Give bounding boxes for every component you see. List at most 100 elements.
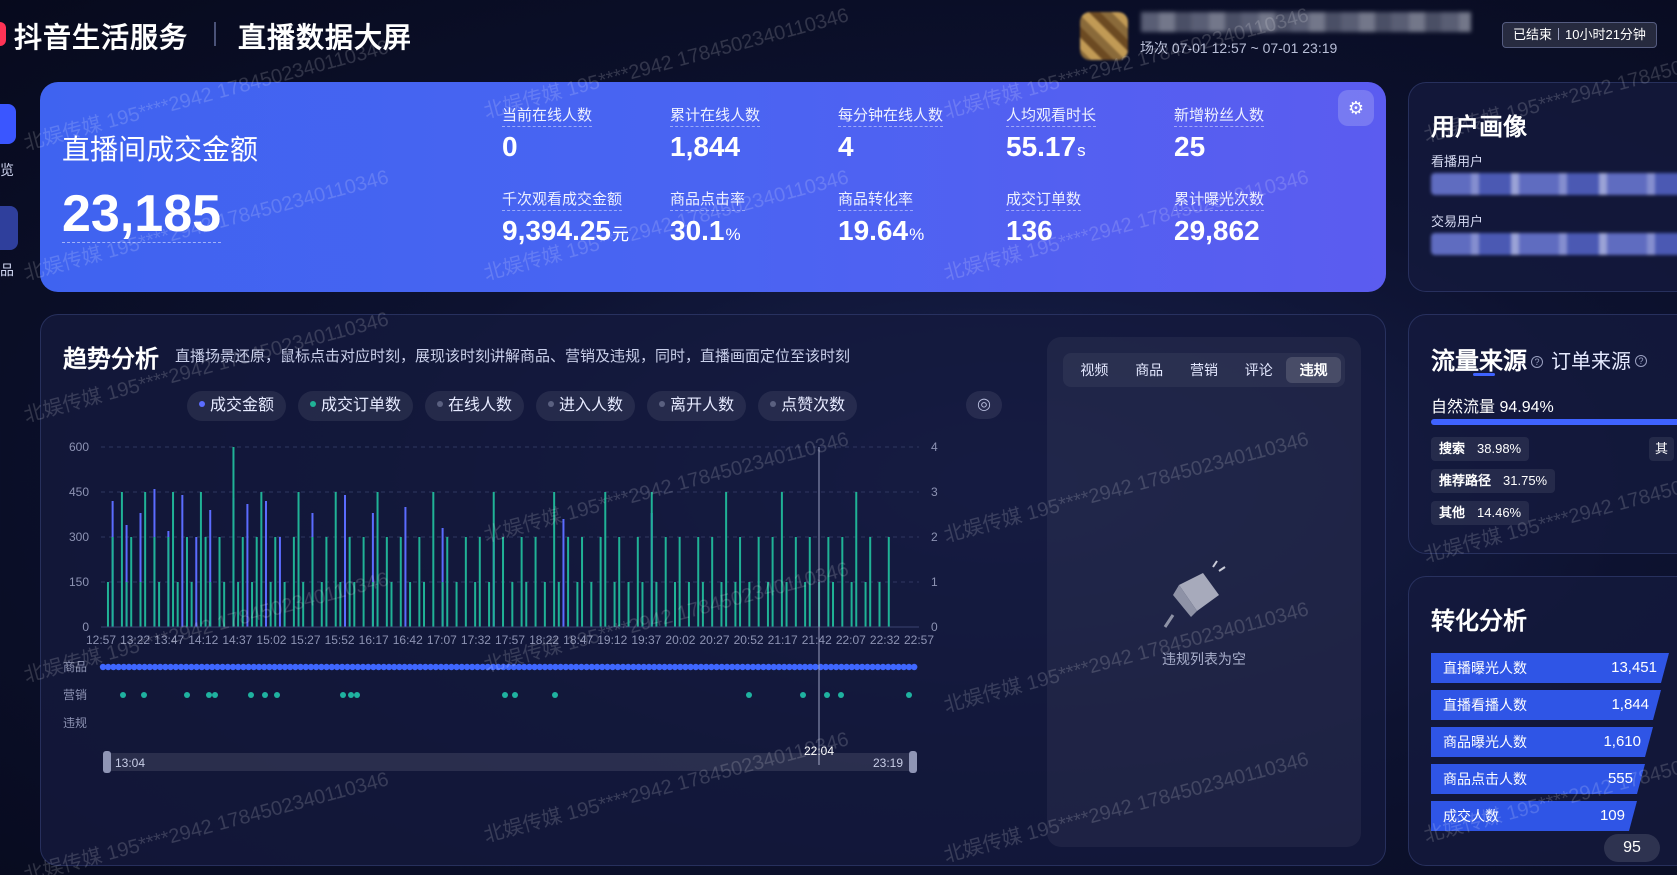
funnel-row: 直播曝光人数 13,451	[1431, 653, 1669, 683]
gmv-title: 直播间成交金额	[62, 134, 259, 165]
kpi-metric-value: 29,862	[1174, 215, 1260, 246]
violation-empty-text: 违规列表为空	[1162, 651, 1246, 667]
source-tag-clipped[interactable]: 其	[1649, 437, 1675, 461]
marketing-track-dot[interactable]	[120, 692, 126, 698]
gmv-value: 23,185	[62, 185, 222, 243]
metric-settings-icon[interactable]: ⚙	[1338, 90, 1374, 126]
funnel-row: 成交人数 109	[1431, 801, 1637, 831]
marketing-track-dot[interactable]	[274, 692, 280, 698]
anchor-avatar[interactable]	[1080, 12, 1128, 60]
legend-item[interactable]: 点赞次数	[758, 391, 858, 421]
marketing-track-dot[interactable]	[552, 692, 558, 698]
legend-dot-icon	[770, 401, 777, 407]
viewer-label: 看播用户	[1431, 154, 1484, 169]
left-nav-item-overview[interactable]: 览	[0, 160, 14, 180]
kpi-metric: 累计曝光次数 29,862	[1174, 188, 1344, 247]
marketing-track-dot[interactable]	[141, 692, 147, 698]
left-nav-item-products[interactable]: 品	[0, 260, 14, 280]
kpi-metric-label: 当前在线人数	[502, 104, 593, 127]
marketing-track-dot[interactable]	[262, 692, 268, 698]
left-nav-tab-products[interactable]	[0, 206, 18, 250]
marketing-track-dot[interactable]	[354, 692, 360, 698]
kpi-metric-label: 每分钟在线人数	[838, 104, 944, 127]
marketing-track-dot[interactable]	[824, 692, 830, 698]
time-slider-track[interactable]	[105, 753, 915, 771]
marketing-track-dot[interactable]	[512, 692, 518, 698]
buyer-profile-bar	[1431, 233, 1677, 255]
marketing-track-dot[interactable]	[248, 692, 254, 698]
marketing-track-dot[interactable]	[800, 692, 806, 698]
y-left-tick-label: 300	[69, 530, 89, 544]
kpi-metric: 每分钟在线人数 4	[838, 104, 1008, 163]
funnel-row: 商品曝光人数 1,610	[1431, 727, 1653, 757]
header-divider	[214, 22, 216, 46]
marketing-track-dot[interactable]	[212, 692, 218, 698]
traffic-source-tag[interactable]: 推荐路径 31.75%	[1431, 469, 1556, 493]
x-tick-label: 20:52	[734, 633, 764, 647]
violation-tab[interactable]: 视频	[1067, 357, 1122, 383]
user-profile-title: 用户画像	[1431, 114, 1527, 141]
natural-traffic-label: 自然流量 94.94%	[1431, 399, 1554, 416]
kpi-metric-value: 30.1%	[670, 215, 741, 246]
x-tick-label: 17:07	[427, 633, 457, 647]
legend-item[interactable]: 成交订单数	[298, 391, 414, 421]
conversion-panel: 转化分析 直播曝光人数 13,451 直播看播人数 1,844 商品曝光人数 1,610 商…	[1408, 576, 1677, 866]
marketing-track-dot[interactable]	[746, 692, 752, 698]
violation-tabs: 视频 商品 营销 评论 违规	[1063, 353, 1345, 387]
slider-start-label: 13:04	[115, 756, 145, 770]
marketing-track-dot[interactable]	[348, 692, 354, 698]
live-status-badge: 已结束 10小时21分钟	[1502, 22, 1657, 48]
legend-settings-icon[interactable]: ◎	[966, 391, 1002, 419]
left-nav-active-tab[interactable]	[0, 104, 16, 144]
legend-dot-icon	[310, 401, 317, 407]
anchor-name-blurred	[1141, 12, 1471, 32]
marketing-track-dot[interactable]	[838, 692, 844, 698]
kpi-banner: 直播间成交金额 23,185 当前在线人数 0 累计在线人数 1,844 每分钟在线人数…	[40, 82, 1386, 292]
legend-dot-icon	[659, 401, 666, 407]
kpi-metric: 成交订单数 136	[1006, 188, 1176, 247]
trend-chart[interactable]: 0 150 300 450 600 0 1 2 3 4 12:57 13:22 13:47 14:12 14…	[41, 435, 1041, 865]
traffic-source-tag[interactable]: 其他 14.46%	[1431, 501, 1530, 525]
corner-badge[interactable]: 95	[1604, 834, 1660, 862]
slider-right-handle[interactable]	[909, 751, 917, 773]
kpi-metric-label: 累计在线人数	[670, 104, 761, 127]
y-left-tick-label: 450	[69, 485, 89, 499]
slider-left-handle[interactable]	[103, 751, 111, 773]
x-tick-label: 17:57	[495, 633, 525, 647]
marketing-track-dot[interactable]	[340, 692, 346, 698]
kpi-metric-label: 人均观看时长	[1006, 104, 1097, 127]
violation-tab[interactable]: 商品	[1122, 357, 1177, 383]
legend-item[interactable]: 进入人数	[536, 391, 636, 421]
product-track-dot[interactable]	[911, 663, 918, 671]
brand-logo-mark	[0, 22, 6, 46]
brand-name: 抖音生活服务	[14, 22, 189, 53]
x-tick-label: 13:47	[154, 633, 184, 647]
y-left-tick-label: 150	[69, 575, 89, 589]
x-tick-label: 21:17	[768, 633, 798, 647]
tab-order-source[interactable]: 订单来源?	[1551, 345, 1647, 374]
x-tick-label: 22:07	[836, 633, 866, 647]
marketing-track-dot[interactable]	[502, 692, 508, 698]
track-label: 营销	[63, 688, 87, 702]
violation-tab[interactable]: 违规	[1286, 357, 1341, 383]
live-duration-text: 10小时21分钟	[1565, 27, 1646, 42]
kpi-metric-value: 0	[502, 131, 518, 162]
violation-tab[interactable]: 评论	[1231, 357, 1286, 383]
marketing-track-dot[interactable]	[906, 692, 912, 698]
x-tick-label: 20:02	[665, 633, 695, 647]
legend-item[interactable]: 在线人数	[425, 391, 525, 421]
x-tick-label: 14:37	[222, 633, 252, 647]
kpi-metric-label: 商品转化率	[838, 188, 914, 211]
legend-item[interactable]: 离开人数	[647, 391, 747, 421]
violation-tab[interactable]: 营销	[1177, 357, 1232, 383]
x-tick-label: 16:42	[393, 633, 423, 647]
kpi-metric: 商品转化率 19.64%	[838, 188, 1008, 247]
x-tick-label: 20:27	[699, 633, 729, 647]
legend-item[interactable]: 成交金额	[187, 391, 287, 421]
marketing-track-dot[interactable]	[206, 692, 212, 698]
empty-box-icon	[1163, 560, 1226, 628]
marketing-track-dot[interactable]	[184, 692, 190, 698]
tab-traffic-source[interactable]: 流量来源?	[1431, 341, 1543, 376]
traffic-source-tag[interactable]: 搜索 38.98%	[1431, 437, 1530, 461]
user-profile-panel: 用户画像 看播用户 交易用户	[1408, 82, 1677, 292]
